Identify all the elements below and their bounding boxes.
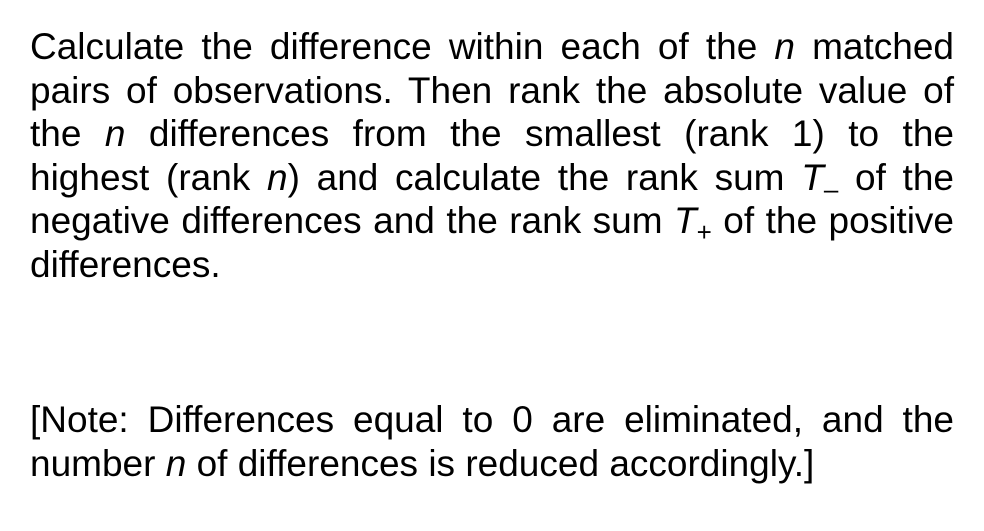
subscript-plus: + [696, 217, 712, 247]
procedure-text-4: ) and calculate the rank sum [287, 156, 802, 198]
note-text-2: of differences is reduced accordingly.] [186, 442, 815, 484]
procedure-paragraph: Calculate the difference within each of … [30, 25, 954, 286]
variable-n: n [774, 26, 795, 67]
variable-n: n [267, 156, 288, 198]
subscript-minus: – [823, 173, 839, 204]
variable-n: n [165, 442, 187, 484]
variable-n: n [104, 113, 126, 154]
variable-t-minus: T [801, 156, 824, 198]
variable-t-plus: T [674, 200, 697, 241]
note-paragraph: [Note: Differences equal to 0 are elimin… [30, 398, 954, 485]
procedure-text-1: Calculate the difference within each of … [30, 26, 775, 67]
document-page: Calculate the difference within each of … [0, 0, 984, 531]
